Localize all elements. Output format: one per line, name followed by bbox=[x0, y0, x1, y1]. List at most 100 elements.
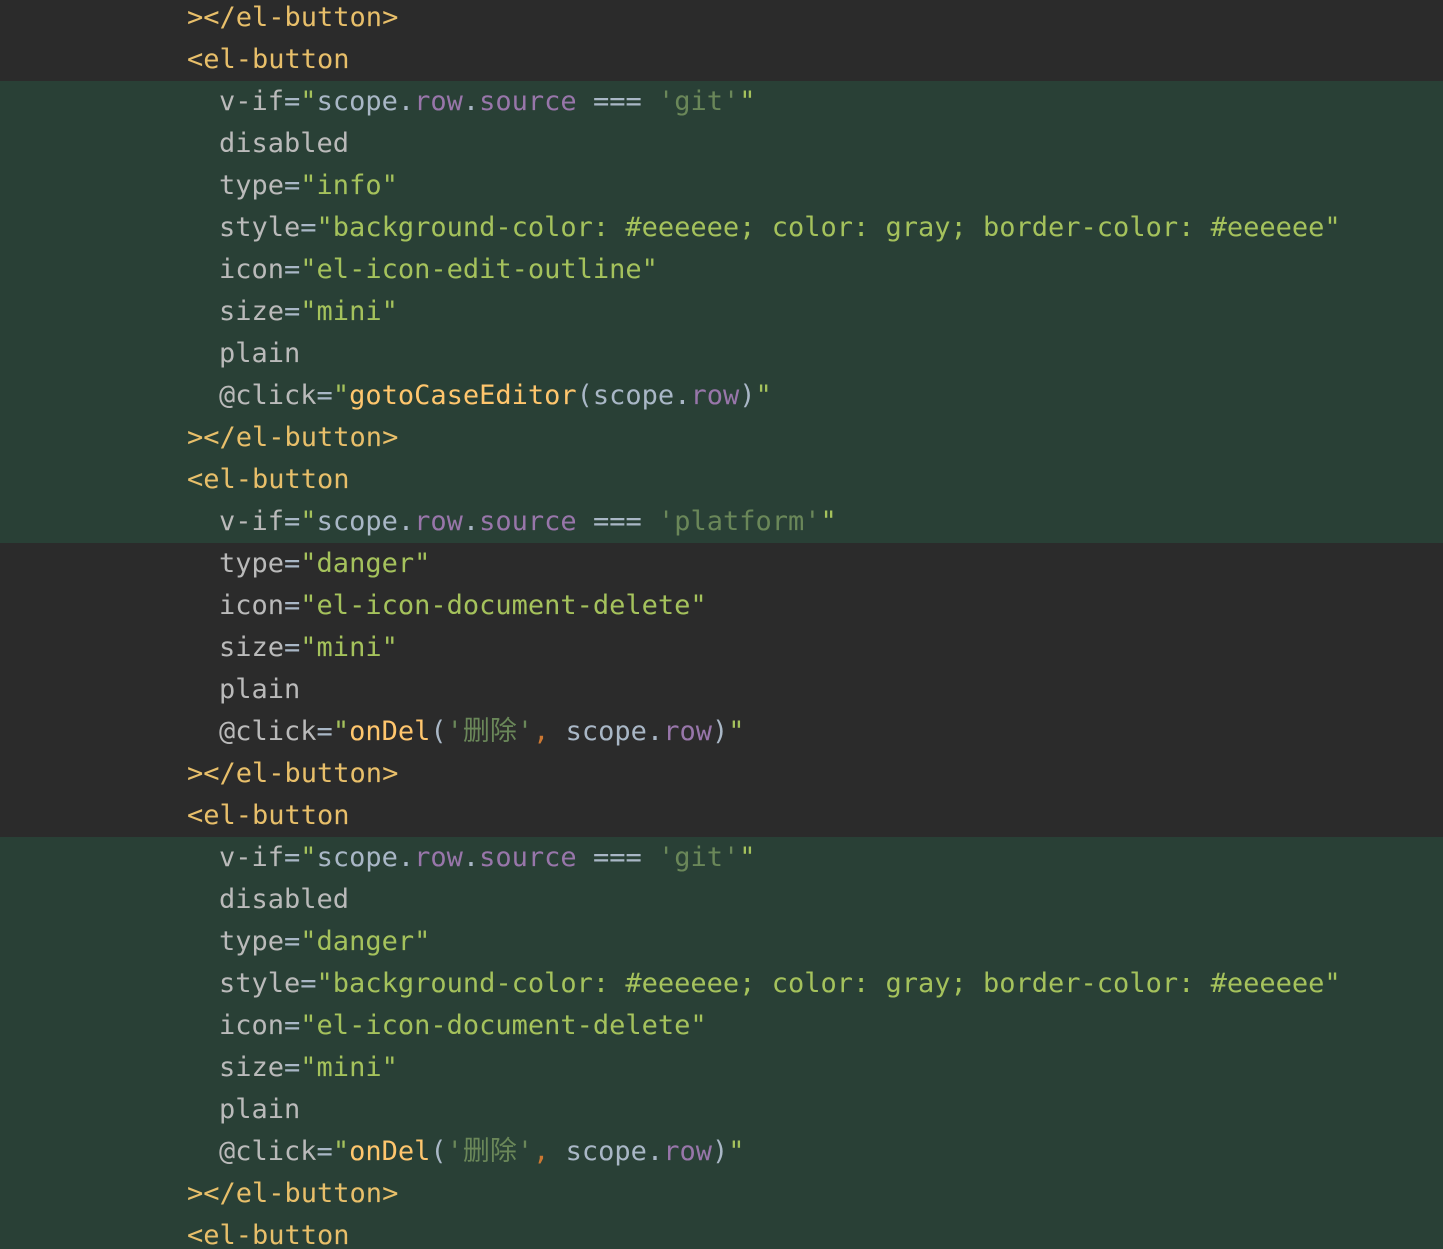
code-token-tag: ></el-button> bbox=[187, 758, 399, 789]
code-token-tag: <el-button bbox=[187, 44, 350, 75]
code-token-var: scope bbox=[316, 842, 398, 873]
code-token-attr: size bbox=[219, 296, 285, 327]
code-token-var: . bbox=[462, 506, 480, 537]
code-token-jsstr: 'git' bbox=[657, 86, 740, 117]
code-line[interactable]: disabled bbox=[0, 123, 1443, 165]
code-token-prop: row bbox=[690, 380, 740, 411]
code-line[interactable]: <el-button bbox=[0, 39, 1443, 81]
code-line[interactable]: type="danger" bbox=[0, 921, 1443, 963]
code-token-attr: @click bbox=[219, 716, 317, 747]
code-line[interactable]: plain bbox=[0, 669, 1443, 711]
code-token-eq: = bbox=[284, 1052, 301, 1083]
code-token-eq: = bbox=[284, 296, 301, 327]
code-token-var: ) bbox=[711, 716, 729, 747]
code-token-prop: row bbox=[414, 506, 463, 537]
code-line[interactable]: style="background-color: #eeeeee; color:… bbox=[0, 963, 1443, 1005]
code-token-str: " bbox=[300, 86, 317, 117]
code-token-str: " bbox=[300, 506, 317, 537]
code-token-attr: disabled bbox=[219, 884, 350, 915]
code-line[interactable]: v-if="scope.row.source === 'git'" bbox=[0, 81, 1443, 123]
code-token-var: (scope. bbox=[576, 380, 691, 411]
code-token-attr: v-if bbox=[219, 506, 285, 537]
code-line[interactable]: ></el-button> bbox=[0, 1173, 1443, 1215]
code-token-str: "background-color: #eeeeee; color: gray;… bbox=[316, 968, 1341, 999]
code-token-eq: = bbox=[284, 590, 301, 621]
code-editor[interactable]: ></el-button> <el-button v-if="scope.row.s… bbox=[0, 0, 1443, 1249]
code-token-var: ( bbox=[430, 1136, 447, 1167]
code-line[interactable]: <el-button bbox=[0, 1215, 1443, 1249]
code-token-var: . bbox=[397, 86, 415, 117]
code-token-punc: , bbox=[533, 1136, 566, 1167]
code-token-prop: row bbox=[414, 86, 463, 117]
code-token-tag: <el-button bbox=[187, 800, 350, 831]
code-line[interactable]: style="background-color: #eeeeee; color:… bbox=[0, 207, 1443, 249]
code-token-attr: style bbox=[219, 968, 301, 999]
code-token-eq: = bbox=[300, 968, 317, 999]
code-line[interactable]: disabled bbox=[0, 879, 1443, 921]
code-token-attr: icon bbox=[219, 254, 285, 285]
code-line[interactable]: <el-button bbox=[0, 795, 1443, 837]
code-token-eq: = bbox=[284, 254, 301, 285]
code-line[interactable]: type="danger" bbox=[0, 543, 1443, 585]
code-token-attr: @click bbox=[219, 1136, 317, 1167]
code-line[interactable]: plain bbox=[0, 1089, 1443, 1131]
code-token-eq: = bbox=[284, 1010, 301, 1041]
code-token-prop: row bbox=[663, 1136, 712, 1167]
code-token-str: "info" bbox=[300, 170, 398, 201]
code-line[interactable]: icon="el-icon-document-delete" bbox=[0, 1005, 1443, 1047]
code-line[interactable]: v-if="scope.row.source === 'git'" bbox=[0, 837, 1443, 879]
code-line[interactable]: icon="el-icon-edit-outline" bbox=[0, 249, 1443, 291]
code-token-attr: icon bbox=[219, 590, 285, 621]
code-token-attr: disabled bbox=[219, 128, 350, 159]
code-token-attr: type bbox=[219, 548, 285, 579]
code-token-eq: = bbox=[284, 632, 301, 663]
code-token-eq: = bbox=[284, 548, 301, 579]
code-token-eq: = bbox=[284, 842, 301, 873]
code-token-var: scope bbox=[316, 506, 398, 537]
code-token-str: " bbox=[332, 716, 350, 747]
code-line[interactable]: @click="onDel('删除', scope.row)" bbox=[0, 711, 1443, 753]
code-token-attr: style bbox=[219, 212, 301, 243]
code-line[interactable]: ></el-button> bbox=[0, 417, 1443, 459]
code-line[interactable]: plain bbox=[0, 333, 1443, 375]
code-token-op: === bbox=[576, 506, 658, 537]
code-token-eq: = bbox=[284, 506, 301, 537]
code-line[interactable]: ></el-button> bbox=[0, 0, 1443, 39]
code-line[interactable]: size="mini" bbox=[0, 627, 1443, 669]
code-token-str: " bbox=[332, 1136, 350, 1167]
code-token-str: " bbox=[728, 716, 745, 747]
code-token-str: "danger" bbox=[300, 548, 431, 579]
code-token-jsstr: 'platform' bbox=[657, 506, 821, 537]
code-token-tag: ></el-button> bbox=[187, 2, 399, 33]
code-line[interactable]: v-if="scope.row.source === 'platform'" bbox=[0, 501, 1443, 543]
code-token-eq: = bbox=[316, 1136, 333, 1167]
code-token-attr: type bbox=[219, 170, 285, 201]
code-line[interactable]: size="mini" bbox=[0, 291, 1443, 333]
code-token-punc: , bbox=[533, 716, 566, 747]
code-token-var: . bbox=[397, 506, 415, 537]
code-token-str: " bbox=[755, 380, 772, 411]
code-line[interactable]: size="mini" bbox=[0, 1047, 1443, 1089]
code-token-str: "el-icon-document-delete" bbox=[300, 1010, 707, 1041]
code-line[interactable]: icon="el-icon-document-delete" bbox=[0, 585, 1443, 627]
code-token-prop: source bbox=[479, 86, 577, 117]
code-token-prop: source bbox=[479, 842, 577, 873]
code-token-tag: <el-button bbox=[187, 464, 350, 495]
code-line[interactable]: type="info" bbox=[0, 165, 1443, 207]
code-line[interactable]: <el-button bbox=[0, 459, 1443, 501]
code-line[interactable]: @click="onDel('删除', scope.row)" bbox=[0, 1131, 1443, 1173]
code-token-str: " bbox=[728, 1136, 745, 1167]
code-token-eq: = bbox=[316, 716, 333, 747]
code-token-attr: @click bbox=[219, 380, 317, 411]
code-token-jsstr: 'git' bbox=[657, 842, 740, 873]
code-token-str: "mini" bbox=[300, 1052, 398, 1083]
code-token-attr: plain bbox=[219, 674, 301, 705]
code-line[interactable]: @click="gotoCaseEditor(scope.row)" bbox=[0, 375, 1443, 417]
code-token-func: gotoCaseEditor bbox=[349, 380, 577, 411]
code-token-var: . bbox=[397, 842, 415, 873]
code-token-tag: ></el-button> bbox=[187, 422, 399, 453]
code-token-op: === bbox=[576, 842, 658, 873]
code-token-str: " bbox=[820, 506, 837, 537]
code-line[interactable]: ></el-button> bbox=[0, 753, 1443, 795]
code-token-prop: source bbox=[479, 506, 577, 537]
